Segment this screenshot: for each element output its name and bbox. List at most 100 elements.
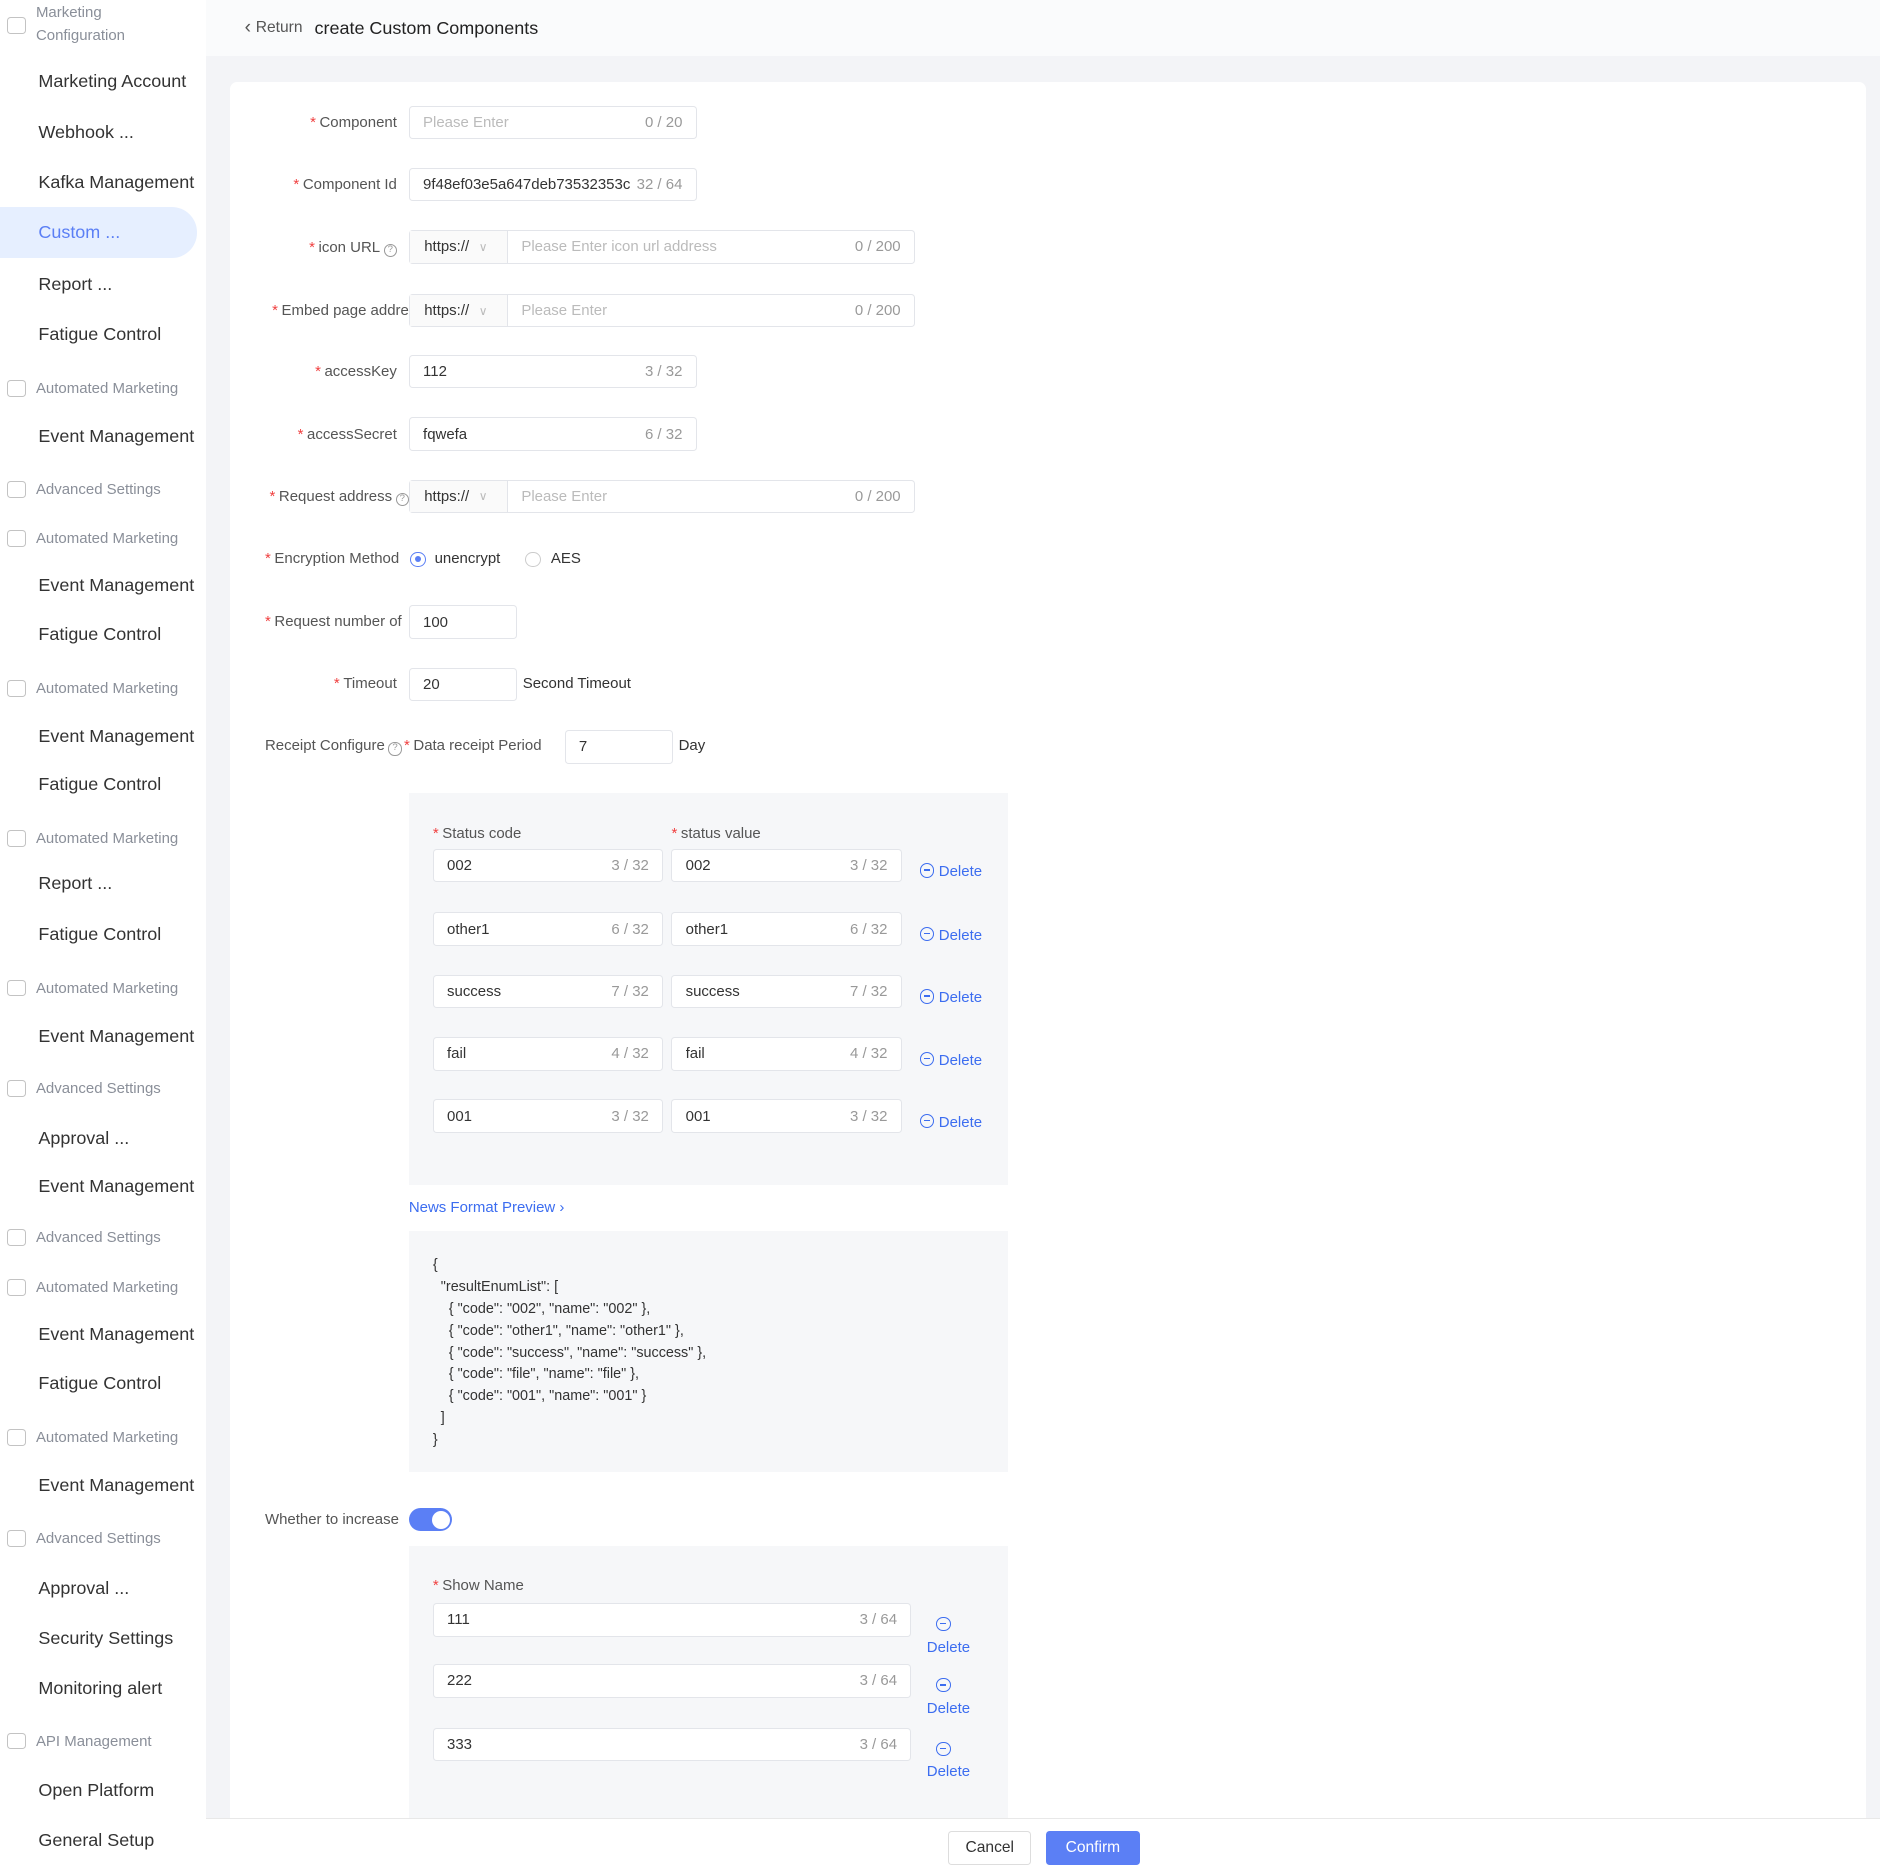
sidebar-item[interactable]: Event Management bbox=[0, 1460, 197, 1510]
delete-status-button[interactable]: Delete bbox=[919, 989, 982, 1006]
sidebar-item[interactable]: Approval ... bbox=[0, 1113, 197, 1163]
timeout-input[interactable]: 20 bbox=[408, 667, 517, 702]
timeout-suffix: Second Timeout bbox=[522, 675, 631, 693]
protocol-select[interactable]: https://∨ bbox=[409, 294, 509, 327]
sidebar-group-api-management[interactable]: API Management bbox=[7, 1733, 152, 1750]
cancel-button[interactable]: Cancel bbox=[948, 1830, 1032, 1866]
sidebar-item[interactable]: Approval ... bbox=[0, 1563, 197, 1613]
receipt-period-suffix: Day bbox=[678, 737, 706, 755]
sidebar-item[interactable]: Marketing Account bbox=[0, 56, 197, 106]
sidebar-group-automated-marketing[interactable]: Automated Marketing bbox=[7, 530, 178, 547]
sidebar-item[interactable]: General Setup bbox=[0, 1815, 197, 1865]
app-root: Marketing Configuration Marketing Account… bbox=[0, 0, 1880, 1867]
sidebar-item[interactable]: Fatigue Control bbox=[0, 909, 197, 959]
access-secret-input[interactable]: fqwefa 6 / 32 bbox=[408, 417, 697, 451]
sidebar-item[interactable]: Event Management bbox=[0, 560, 197, 610]
component-id-input[interactable]: 9f48ef03e5a647deb73532353c 32 / 64 bbox=[408, 167, 697, 202]
timeout-label: * Timeout bbox=[333, 675, 397, 693]
radio-aes[interactable]: AES bbox=[525, 550, 581, 567]
return-button[interactable]: ‹ Return bbox=[245, 17, 303, 39]
sidebar-group-advanced-settings[interactable]: Advanced Settings bbox=[7, 1229, 161, 1246]
embed-address-input[interactable]: https://∨ Please Enter 0 / 200 bbox=[408, 293, 915, 328]
access-key-label: * accessKey bbox=[315, 363, 397, 381]
component-id-label: * Component Id bbox=[293, 176, 397, 194]
protocol-select[interactable]: https://∨ bbox=[409, 480, 509, 513]
show-name-input[interactable]: 222 3 / 64 bbox=[432, 1664, 912, 1698]
sidebar-group-marketing-configuration[interactable]: Marketing Configuration bbox=[7, 2, 144, 48]
minus-circle-icon bbox=[936, 1741, 951, 1756]
confirm-button[interactable]: Confirm bbox=[1045, 1830, 1141, 1866]
component-label: * Component bbox=[310, 113, 397, 131]
status-value-input[interactable]: 002 3 / 32 bbox=[671, 848, 902, 883]
radio-unencrypt[interactable]: unencrypt bbox=[410, 550, 500, 567]
delete-status-button[interactable]: Delete bbox=[919, 926, 982, 944]
sidebar-group-automated-marketing[interactable]: Automated Marketing bbox=[7, 680, 178, 697]
chevron-right-icon: › bbox=[559, 1199, 565, 1216]
access-secret-label: * accessSecret bbox=[297, 425, 397, 443]
group-icon bbox=[7, 1279, 27, 1297]
request-address-input[interactable]: https://∨ Please Enter 0 / 200 bbox=[408, 479, 915, 514]
increase-toggle[interactable] bbox=[408, 1508, 452, 1532]
show-name-input[interactable]: 333 3 / 64 bbox=[432, 1727, 912, 1762]
sidebar-item[interactable]: Kafka Management bbox=[0, 157, 197, 207]
request-number-input[interactable]: 100 bbox=[408, 605, 517, 640]
sidebar-group-automated-marketing[interactable]: Automated Marketing bbox=[7, 830, 178, 847]
request-address-label: * Request address? bbox=[269, 488, 409, 507]
sidebar-item[interactable]: Event Management bbox=[0, 1309, 197, 1359]
delete-show-name-button[interactable]: Delete bbox=[922, 1676, 970, 1719]
status-code-input[interactable]: 002 3 / 32 bbox=[432, 848, 664, 883]
sidebar-item[interactable]: Fatigue Control bbox=[0, 759, 197, 809]
delete-status-button[interactable]: Delete bbox=[919, 1113, 982, 1131]
sidebar-item[interactable]: Event Management bbox=[0, 1161, 197, 1211]
delete-show-name-button[interactable]: Delete bbox=[922, 1740, 970, 1783]
minus-circle-icon bbox=[919, 989, 934, 1004]
status-code-input[interactable]: 001 3 / 32 bbox=[432, 1099, 664, 1134]
sidebar-item[interactable]: Open Platform bbox=[0, 1765, 197, 1815]
sidebar-item[interactable]: Security Settings bbox=[0, 1613, 197, 1663]
sidebar-item[interactable]: Report ... bbox=[0, 259, 197, 309]
sidebar-group-advanced-settings[interactable]: Advanced Settings bbox=[7, 1530, 161, 1547]
sidebar-item[interactable]: Webhook ... bbox=[0, 107, 197, 157]
sidebar-item[interactable]: Fatigue Control bbox=[0, 1358, 197, 1408]
status-value-input[interactable]: fail 4 / 32 bbox=[671, 1037, 902, 1071]
help-icon: ? bbox=[388, 742, 402, 756]
news-format-preview-link[interactable]: News Format Preview › bbox=[409, 1199, 565, 1216]
sidebar-group-automated-marketing[interactable]: Automated Marketing bbox=[7, 1279, 178, 1296]
sidebar-item[interactable]: Event Management bbox=[0, 411, 197, 461]
delete-status-button[interactable]: Delete bbox=[919, 863, 982, 880]
group-icon bbox=[7, 380, 27, 397]
chevron-down-icon: ∨ bbox=[478, 489, 488, 504]
status-value-input[interactable]: 001 3 / 32 bbox=[671, 1099, 902, 1134]
footer-bar: Cancel Confirm bbox=[206, 1817, 1880, 1867]
sidebar-item[interactable]: Monitoring alert bbox=[0, 1663, 197, 1713]
sidebar-item[interactable]: Custom ... bbox=[0, 207, 197, 258]
delete-status-button[interactable]: Delete bbox=[919, 1051, 982, 1069]
delete-show-name-button[interactable]: Delete bbox=[922, 1615, 970, 1658]
group-icon bbox=[7, 1530, 27, 1547]
component-input[interactable]: Please Enter 0 / 20 bbox=[408, 105, 697, 140]
status-code-input[interactable]: other1 6 / 32 bbox=[432, 912, 664, 946]
sidebar-item[interactable]: Fatigue Control bbox=[0, 609, 197, 659]
sidebar-group-advanced-settings[interactable]: Advanced Settings bbox=[7, 481, 161, 498]
sidebar-item[interactable]: Fatigue Control bbox=[0, 309, 197, 359]
icon-url-input[interactable]: https://∨ Please Enter icon url address 0 … bbox=[408, 230, 915, 264]
preview-code-block: { "resultEnumList": [ { "code": "002", "… bbox=[408, 1231, 1009, 1473]
access-key-input[interactable]: 112 3 / 32 bbox=[408, 354, 697, 389]
help-icon: ? bbox=[383, 243, 397, 257]
sidebar-item[interactable]: Event Management bbox=[0, 711, 197, 761]
sidebar-item[interactable]: Report ... bbox=[0, 858, 197, 908]
receipt-period-input[interactable]: 7 bbox=[564, 730, 673, 764]
show-name-input[interactable]: 111 3 / 64 bbox=[432, 1603, 912, 1637]
sidebar-group-automated-marketing[interactable]: Automated Marketing bbox=[7, 1429, 178, 1446]
icon-url-label: * icon URL? bbox=[309, 239, 397, 257]
group-icon bbox=[7, 1080, 27, 1098]
sidebar-group-advanced-settings[interactable]: Advanced Settings bbox=[7, 1080, 161, 1097]
sidebar-item[interactable]: Event Management bbox=[0, 1011, 197, 1061]
status-code-input[interactable]: success 7 / 32 bbox=[432, 974, 664, 1009]
sidebar-group-automated-marketing[interactable]: Automated Marketing bbox=[7, 980, 178, 997]
status-value-input[interactable]: success 7 / 32 bbox=[671, 974, 902, 1009]
sidebar-group-automated-marketing[interactable]: Automated Marketing bbox=[7, 380, 178, 397]
protocol-select[interactable]: https://∨ bbox=[409, 231, 509, 263]
status-code-input[interactable]: fail 4 / 32 bbox=[432, 1037, 664, 1071]
status-value-input[interactable]: other1 6 / 32 bbox=[671, 912, 902, 946]
